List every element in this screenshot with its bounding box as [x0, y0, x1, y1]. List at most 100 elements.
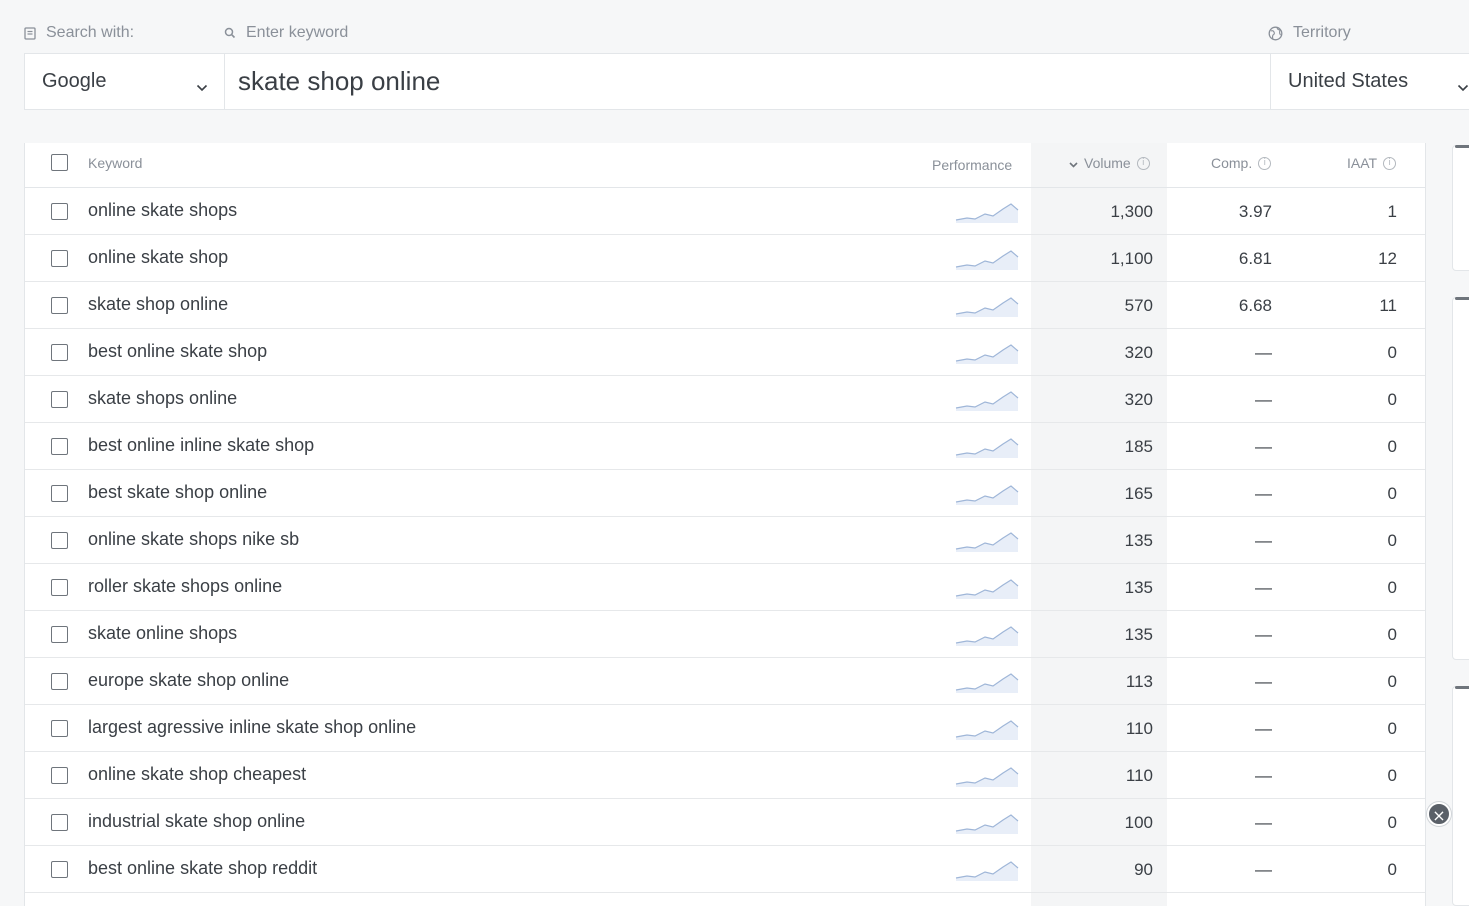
- keyword-cell[interactable]: largest agressive inline skate shop onli…: [88, 717, 416, 738]
- globe-icon: [1268, 26, 1283, 41]
- column-header-performance: Performance: [932, 157, 1013, 173]
- search-engine-select[interactable]: Google: [25, 54, 225, 109]
- row-checkbox[interactable]: [51, 438, 68, 455]
- comp-cell: —: [1255, 390, 1272, 409]
- row-checkbox[interactable]: [51, 344, 68, 361]
- volume-cell: 570: [1124, 296, 1153, 315]
- chevron-down-icon: [196, 75, 208, 98]
- table-row[interactable]: best online skate shop 320 — 0: [25, 329, 1425, 376]
- keyword-label: Enter keyword: [224, 24, 348, 42]
- comp-header-label: Comp.: [1211, 155, 1253, 171]
- table-row[interactable]: largest agressive inline skate shop onli…: [25, 705, 1425, 752]
- iaat-cell: 0: [1387, 578, 1397, 597]
- table-row[interactable]: best online skate shop reddit 90 — 0: [25, 846, 1425, 893]
- info-icon[interactable]: i: [1383, 156, 1397, 170]
- row-checkbox[interactable]: [51, 720, 68, 737]
- performance-sparkline: [955, 246, 1019, 275]
- column-header-keyword[interactable]: Keyword: [88, 155, 142, 171]
- comp-cell: —: [1255, 719, 1272, 738]
- side-panel-card: [1452, 145, 1469, 271]
- volume-cell: 113: [1125, 672, 1153, 691]
- keyword-cell[interactable]: best online inline skate shop: [88, 435, 314, 456]
- column-header-comp[interactable]: Comp. i: [1211, 155, 1272, 171]
- row-checkbox[interactable]: [51, 203, 68, 220]
- row-checkbox[interactable]: [51, 391, 68, 408]
- territory-select[interactable]: United States: [1270, 54, 1469, 109]
- table-row[interactable]: industrial skate shop online 100 — 0: [25, 799, 1425, 846]
- table-row[interactable]: roller skate shops online 135 — 0: [25, 564, 1425, 611]
- iaat-cell: 0: [1387, 719, 1397, 738]
- comp-cell: —: [1255, 578, 1272, 597]
- info-icon[interactable]: i: [1136, 156, 1150, 170]
- volume-cell: 165: [1124, 484, 1153, 503]
- volume-cell: 135: [1124, 578, 1153, 597]
- iaat-cell: 0: [1387, 484, 1397, 503]
- keyword-cell[interactable]: best skate shop online: [88, 482, 267, 503]
- table-row[interactable]: best online inline skate shop 185 — 0: [25, 423, 1425, 470]
- performance-sparkline: [955, 810, 1019, 839]
- territory-value: United States: [1288, 70, 1409, 92]
- row-checkbox[interactable]: [51, 250, 68, 267]
- select-all-checkbox[interactable]: [51, 154, 68, 171]
- row-checkbox[interactable]: [51, 297, 68, 314]
- volume-cell: 110: [1125, 766, 1153, 785]
- search-header: Search with: Enter keyword Territory Goo…: [0, 0, 1469, 143]
- iaat-cell: 0: [1387, 390, 1397, 409]
- iaat-cell: 0: [1387, 813, 1397, 832]
- side-panel-card: [1452, 686, 1469, 906]
- keyword-cell[interactable]: europe skate shop online: [88, 670, 289, 691]
- row-checkbox[interactable]: [51, 485, 68, 502]
- keyword-cell[interactable]: online skate shop: [88, 247, 228, 268]
- row-checkbox[interactable]: [51, 673, 68, 690]
- table-row[interactable]: best skate shop online 165 — 0: [25, 470, 1425, 517]
- keyword-cell[interactable]: industrial skate shop online: [88, 811, 305, 832]
- comp-cell: 6.68: [1238, 296, 1272, 315]
- table-row[interactable]: skate shop online 570 6.68 11: [25, 282, 1425, 329]
- table-row[interactable]: online skate shop 1,100 6.81 12: [25, 235, 1425, 282]
- iaat-cell: 0: [1387, 343, 1397, 362]
- comp-cell: 3.97: [1238, 202, 1272, 221]
- keyword-cell[interactable]: online skate shop cheapest: [88, 764, 306, 785]
- keyword-cell[interactable]: best online skate shop reddit: [88, 858, 317, 879]
- volume-cell: 135: [1124, 625, 1153, 644]
- comp-cell: —: [1255, 813, 1272, 832]
- performance-sparkline: [955, 857, 1019, 886]
- performance-sparkline: [955, 528, 1019, 557]
- document-icon: [24, 26, 36, 40]
- keyword-cell[interactable]: roller skate shops online: [88, 576, 282, 597]
- search-engine-value: Google: [42, 70, 107, 92]
- iaat-cell: 12: [1378, 249, 1397, 268]
- table-row[interactable]: online skate shops nike sb 135 — 0: [25, 517, 1425, 564]
- info-icon[interactable]: i: [1258, 156, 1272, 170]
- keyword-cell[interactable]: online skate shops: [88, 200, 237, 221]
- performance-sparkline: [955, 340, 1019, 369]
- table-row[interactable]: skate online shops 135 — 0: [25, 611, 1425, 658]
- comp-cell: —: [1255, 766, 1272, 785]
- keyword-cell[interactable]: online skate shops nike sb: [88, 529, 299, 550]
- column-header-iaat[interactable]: IAAT i: [1347, 155, 1397, 171]
- keyword-cell[interactable]: skate online shops: [88, 623, 237, 644]
- table-row[interactable]: europe skate shop online 113 — 0: [25, 658, 1425, 705]
- table-row[interactable]: online skate shop cheapest 110 — 0: [25, 752, 1425, 799]
- performance-sparkline: [955, 199, 1019, 228]
- keyword-cell[interactable]: best online skate shop: [88, 341, 267, 362]
- keyword-input[interactable]: [225, 54, 1270, 109]
- iaat-cell: 0: [1387, 437, 1397, 456]
- search-with-text: Search with:: [46, 24, 135, 41]
- close-icon[interactable]: ×: [1427, 802, 1451, 826]
- volume-header-label: Volume: [1084, 155, 1131, 171]
- row-checkbox[interactable]: [51, 532, 68, 549]
- row-checkbox[interactable]: [51, 861, 68, 878]
- chevron-down-icon: [1457, 75, 1469, 98]
- column-header-volume[interactable]: Volume i: [1069, 155, 1150, 171]
- table-row[interactable]: online skate shops 1,300 3.97 1: [25, 188, 1425, 235]
- side-panel-card: [1452, 297, 1469, 660]
- row-checkbox[interactable]: [51, 579, 68, 596]
- table-row[interactable]: skate shops online 320 — 0: [25, 376, 1425, 423]
- row-checkbox[interactable]: [51, 767, 68, 784]
- row-checkbox[interactable]: [51, 814, 68, 831]
- keyword-cell[interactable]: skate shops online: [88, 388, 237, 409]
- row-checkbox[interactable]: [51, 626, 68, 643]
- comp-cell: —: [1255, 672, 1272, 691]
- keyword-cell[interactable]: skate shop online: [88, 294, 228, 315]
